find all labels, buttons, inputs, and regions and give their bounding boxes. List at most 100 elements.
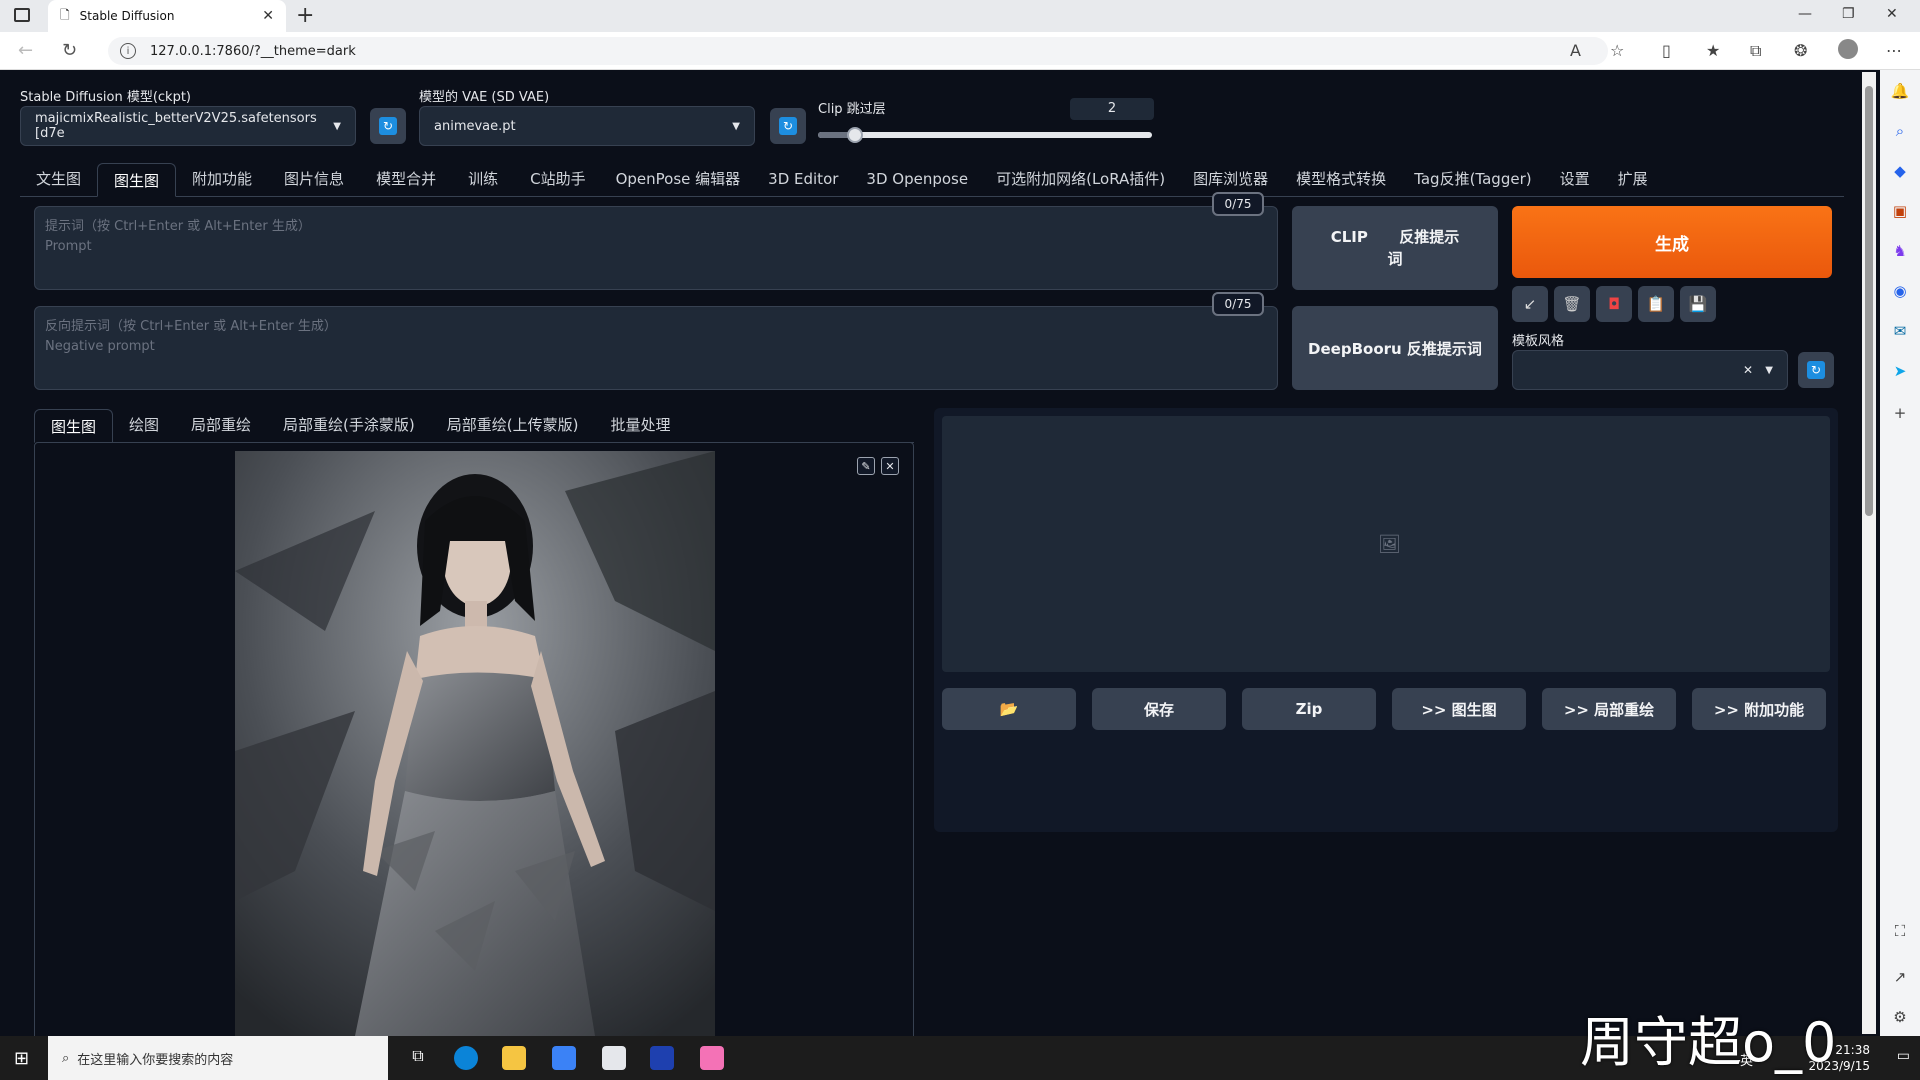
url-field[interactable]: i 127.0.0.1:7860/?__theme=dark (108, 37, 1608, 65)
copilot-icon[interactable]: ◉ (1890, 282, 1910, 302)
app-icon-3[interactable] (700, 1046, 724, 1070)
send-icon[interactable]: ➤ (1890, 362, 1910, 382)
main-tab[interactable]: 图片信息 (268, 162, 360, 196)
restore-params-button[interactable]: ↙ (1512, 286, 1548, 322)
main-tab[interactable]: 文生图 (20, 162, 97, 196)
refresh-ckpt-button[interactable]: ↻ (370, 108, 406, 144)
clip-slider-handle[interactable] (846, 127, 863, 143)
refresh-styles-button[interactable]: ↻ (1798, 352, 1834, 388)
output-button[interactable]: 📂 (942, 688, 1076, 730)
vae-value: animevae.pt (434, 118, 516, 134)
browser-tab[interactable]: 🗋 Stable Diffusion ✕ (48, 0, 286, 32)
main-tab[interactable]: Tag反推(Tagger) (1400, 162, 1545, 196)
output-button[interactable]: >> 局部重绘 (1542, 688, 1676, 730)
negative-prompt-input[interactable]: 反向提示词（按 Ctrl+Enter 或 Alt+Enter 生成） Negat… (34, 306, 1278, 390)
taskbar-search[interactable]: ⌕ 在这里输入你要搜索的内容 (48, 1036, 388, 1080)
windows-start-icon[interactable]: ⊞ (14, 1048, 29, 1069)
output-button[interactable]: >> 附加功能 (1692, 688, 1826, 730)
main-tab[interactable]: 扩展 (1604, 162, 1662, 196)
sub-tab[interactable]: 绘图 (113, 408, 175, 442)
style-dropdown[interactable]: ✕ ▼ (1512, 350, 1788, 390)
extensions-icon[interactable]: ❂ (1794, 41, 1807, 60)
restore-icon[interactable]: ❐ (1842, 6, 1855, 22)
split-screen-icon[interactable]: ▯ (1662, 41, 1671, 60)
page-scrollbar[interactable] (1862, 72, 1876, 1034)
bell-icon[interactable]: 🔔 (1890, 82, 1910, 102)
sub-tab[interactable]: 批量处理 (594, 408, 686, 442)
tab-actions-icon[interactable] (14, 8, 30, 22)
clear-icon[interactable]: ✕ (1743, 363, 1753, 377)
vae-dropdown[interactable]: animevae.pt ▼ (419, 106, 755, 146)
ckpt-dropdown[interactable]: majicmixRealistic_betterV2V25.safetensor… (20, 106, 356, 146)
edge-icon[interactable] (454, 1046, 478, 1070)
main-tab[interactable]: OpenPose 编辑器 (602, 162, 755, 196)
external-link-icon[interactable]: ↗ (1890, 968, 1910, 988)
favorite-star-icon[interactable]: ☆ (1610, 41, 1624, 60)
new-tab-icon[interactable]: + (296, 3, 314, 28)
generate-button[interactable]: 生成 (1512, 206, 1832, 278)
refresh-icon[interactable]: ↻ (62, 40, 77, 61)
minimize-icon[interactable]: — (1798, 6, 1812, 22)
sub-tab[interactable]: 图生图 (34, 409, 114, 443)
save-style-button[interactable]: 💾 (1680, 286, 1716, 322)
refresh-icon: ↻ (379, 117, 397, 135)
main-tab[interactable]: 图生图 (97, 163, 177, 197)
settings-icon[interactable]: ⚙ (1890, 1008, 1910, 1028)
search-icon[interactable]: ⌕ (1890, 122, 1910, 142)
favorites-icon[interactable]: ★ (1706, 41, 1720, 60)
apply-style-button[interactable]: 📋 (1638, 286, 1674, 322)
task-view-icon[interactable]: ⧉ (406, 1046, 430, 1070)
site-info-icon[interactable]: i (120, 43, 136, 59)
prompt-input[interactable]: 提示词（按 Ctrl+Enter 或 Alt+Enter 生成） Prompt (34, 206, 1278, 290)
profile-avatar[interactable] (1838, 39, 1858, 59)
main-tab[interactable]: 训练 (452, 162, 514, 196)
output-button[interactable]: >> 图生图 (1392, 688, 1526, 730)
store-icon[interactable] (552, 1046, 576, 1070)
file-explorer-icon[interactable] (502, 1046, 526, 1070)
clear-prompt-button[interactable]: 🗑 (1554, 286, 1590, 322)
extra-networks-button[interactable]: ◘ (1596, 286, 1632, 322)
main-tab[interactable]: 附加功能 (176, 162, 268, 196)
close-window-icon[interactable]: ✕ (1886, 6, 1898, 22)
main-tab[interactable]: 可选附加网络(LoRA插件) (982, 162, 1179, 196)
vae-label: 模型的 VAE (SD VAE) (419, 90, 550, 105)
trash-icon: 🗑 (1562, 295, 1582, 313)
notification-icon[interactable]: ▭ (1897, 1048, 1910, 1064)
arrow-icon: ↙ (1523, 295, 1537, 313)
sub-tab[interactable]: 局部重绘(手涂蒙版) (267, 408, 431, 442)
collections-icon[interactable]: ⧉ (1750, 41, 1761, 61)
toolbox-icon[interactable]: ▣ (1890, 202, 1910, 222)
games-icon[interactable]: ♞ (1890, 242, 1910, 262)
read-aloud-icon[interactable]: A (1570, 41, 1581, 60)
main-tab[interactable]: 设置 (1546, 162, 1604, 196)
output-gallery: 🖼 (942, 416, 1830, 672)
app-icon[interactable] (602, 1046, 626, 1070)
main-tab[interactable]: 模型格式转换 (1282, 162, 1400, 196)
clip-slider[interactable] (818, 127, 1152, 143)
main-tab[interactable]: 3D Openpose (852, 162, 982, 196)
sub-tab[interactable]: 局部重绘 (175, 408, 267, 442)
output-button[interactable]: 保存 (1092, 688, 1226, 730)
add-icon[interactable]: + (1890, 404, 1910, 424)
output-button[interactable]: Zip (1242, 688, 1376, 730)
main-tab[interactable]: C站助手 (514, 162, 601, 196)
more-icon[interactable]: ⋯ (1886, 41, 1902, 60)
screenshot-icon[interactable]: ⛶ (1890, 922, 1910, 942)
main-tab[interactable]: 图库浏览器 (1179, 162, 1282, 196)
deepbooru-button[interactable]: DeepBooru 反推提示词 (1292, 306, 1498, 390)
outlook-icon[interactable]: ✉ (1890, 322, 1910, 342)
close-icon[interactable]: ✕ (881, 457, 899, 475)
app-icon-2[interactable] (650, 1046, 674, 1070)
clip-interrogate-button[interactable]: CLIP 反推提示 词 (1292, 206, 1498, 290)
main-tab[interactable]: 3D Editor (754, 162, 852, 196)
scrollbar-thumb[interactable] (1865, 86, 1873, 516)
sub-tab[interactable]: 局部重绘(上传蒙版) (431, 408, 595, 442)
card-icon: ◘ (1608, 295, 1620, 313)
tag-icon[interactable]: ◆ (1890, 162, 1910, 182)
main-tab[interactable]: 模型合并 (360, 162, 452, 196)
clip-number-input[interactable]: 2 (1070, 98, 1154, 120)
close-tab-icon[interactable]: ✕ (262, 8, 274, 24)
back-icon[interactable]: ← (18, 40, 33, 61)
edit-icon[interactable]: ✎ (857, 457, 875, 475)
refresh-vae-button[interactable]: ↻ (770, 108, 806, 144)
